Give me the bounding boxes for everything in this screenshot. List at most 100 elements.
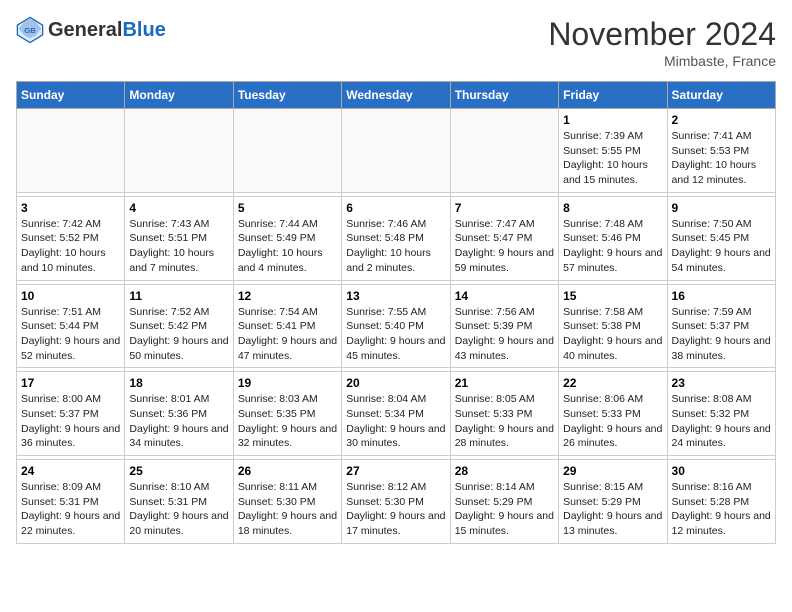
day-info: Sunrise: 7:42 AM Sunset: 5:52 PM Dayligh…	[21, 217, 120, 276]
calendar-cell: 9Sunrise: 7:50 AM Sunset: 5:45 PM Daylig…	[667, 196, 775, 280]
calendar-cell: 15 Sunrise: 7:58 AM Sunset: 5:38 PM Dayli…	[559, 284, 667, 368]
day-number: 1	[563, 113, 662, 127]
calendar-cell: 21 Sunrise: 8:05 AM Sunset: 5:33 PM Dayli…	[450, 372, 558, 456]
day-info: Sunrise: 8:10 AM Sunset: 5:31 PM Dayligh…	[129, 480, 228, 539]
calendar-cell: 11Sunrise: 7:52 AM Sunset: 5:42 PM Dayli…	[125, 284, 233, 368]
col-monday: Monday	[125, 82, 233, 109]
day-info: Sunrise: 8:14 AM Sunset: 5:29 PM Dayligh…	[455, 480, 554, 539]
calendar-cell: 26 Sunrise: 8:11 AM Sunset: 5:30 PM Dayli…	[233, 460, 341, 544]
calendar-cell: 1 Sunrise: 7:39 AM Sunset: 5:55 PM Daylig…	[559, 109, 667, 193]
title-block: November 2024 Mimbaste, France	[548, 16, 776, 69]
calendar-cell: 16 Sunrise: 7:59 AM Sunset: 5:37 PM Dayli…	[667, 284, 775, 368]
logo-text: GeneralBlue	[48, 19, 166, 41]
day-info: Sunrise: 8:00 AM Sunset: 5:37 PM Dayligh…	[21, 392, 120, 451]
day-info: Sunrise: 8:16 AM Sunset: 5:28 PM Dayligh…	[672, 480, 771, 539]
day-number: 24	[21, 464, 120, 478]
day-number: 5	[238, 201, 337, 215]
calendar-week-row: 1 Sunrise: 7:39 AM Sunset: 5:55 PM Daylig…	[17, 109, 776, 193]
calendar-cell: 19 Sunrise: 8:03 AM Sunset: 5:35 PM Dayli…	[233, 372, 341, 456]
day-info: Sunrise: 8:06 AM Sunset: 5:33 PM Dayligh…	[563, 392, 662, 451]
day-info: Sunrise: 7:59 AM Sunset: 5:37 PM Dayligh…	[672, 305, 771, 364]
location-subtitle: Mimbaste, France	[548, 53, 776, 69]
svg-text:GB: GB	[24, 26, 36, 35]
day-info: Sunrise: 7:39 AM Sunset: 5:55 PM Dayligh…	[563, 129, 662, 188]
calendar-cell: 29 Sunrise: 8:15 AM Sunset: 5:29 PM Dayli…	[559, 460, 667, 544]
calendar-week-row: 17 Sunrise: 8:00 AM Sunset: 5:37 PM Dayli…	[17, 372, 776, 456]
day-number: 15	[563, 289, 662, 303]
day-info: Sunrise: 8:15 AM Sunset: 5:29 PM Dayligh…	[563, 480, 662, 539]
calendar-header-row: Sunday Monday Tuesday Wednesday Thursday…	[17, 82, 776, 109]
day-number: 10	[21, 289, 120, 303]
col-friday: Friday	[559, 82, 667, 109]
day-number: 29	[563, 464, 662, 478]
calendar-cell: 3 Sunrise: 7:42 AM Sunset: 5:52 PM Daylig…	[17, 196, 125, 280]
calendar-week-row: 3 Sunrise: 7:42 AM Sunset: 5:52 PM Daylig…	[17, 196, 776, 280]
calendar-cell: 8 Sunrise: 7:48 AM Sunset: 5:46 PM Daylig…	[559, 196, 667, 280]
calendar-cell: 14Sunrise: 7:56 AM Sunset: 5:39 PM Dayli…	[450, 284, 558, 368]
calendar-cell	[17, 109, 125, 193]
col-saturday: Saturday	[667, 82, 775, 109]
calendar-cell: 2Sunrise: 7:41 AM Sunset: 5:53 PM Daylig…	[667, 109, 775, 193]
day-number: 20	[346, 376, 445, 390]
day-number: 4	[129, 201, 228, 215]
day-number: 21	[455, 376, 554, 390]
calendar-cell: 4 Sunrise: 7:43 AM Sunset: 5:51 PM Daylig…	[125, 196, 233, 280]
col-tuesday: Tuesday	[233, 82, 341, 109]
day-info: Sunrise: 7:43 AM Sunset: 5:51 PM Dayligh…	[129, 217, 228, 276]
day-info: Sunrise: 7:52 AM Sunset: 5:42 PM Dayligh…	[129, 305, 228, 364]
calendar-cell: 12Sunrise: 7:54 AM Sunset: 5:41 PM Dayli…	[233, 284, 341, 368]
day-number: 13	[346, 289, 445, 303]
day-number: 8	[563, 201, 662, 215]
logo-blue-text: Blue	[122, 19, 165, 41]
day-number: 6	[346, 201, 445, 215]
day-info: Sunrise: 8:12 AM Sunset: 5:30 PM Dayligh…	[346, 480, 445, 539]
calendar-cell	[233, 109, 341, 193]
calendar-cell: 10 Sunrise: 7:51 AM Sunset: 5:44 PM Dayli…	[17, 284, 125, 368]
day-info: Sunrise: 7:46 AM Sunset: 5:48 PM Dayligh…	[346, 217, 445, 276]
day-number: 28	[455, 464, 554, 478]
day-number: 17	[21, 376, 120, 390]
calendar-cell: 23Sunrise: 8:08 AM Sunset: 5:32 PM Dayli…	[667, 372, 775, 456]
calendar-cell: 17 Sunrise: 8:00 AM Sunset: 5:37 PM Dayli…	[17, 372, 125, 456]
logo-general-text: General	[48, 19, 122, 41]
day-number: 25	[129, 464, 228, 478]
day-info: Sunrise: 7:51 AM Sunset: 5:44 PM Dayligh…	[21, 305, 120, 364]
day-info: Sunrise: 8:01 AM Sunset: 5:36 PM Dayligh…	[129, 392, 228, 451]
calendar-cell	[342, 109, 450, 193]
col-thursday: Thursday	[450, 82, 558, 109]
calendar-cell: 13 Sunrise: 7:55 AM Sunset: 5:40 PM Dayli…	[342, 284, 450, 368]
day-number: 27	[346, 464, 445, 478]
calendar-cell: 25 Sunrise: 8:10 AM Sunset: 5:31 PM Dayli…	[125, 460, 233, 544]
calendar-cell: 30 Sunrise: 8:16 AM Sunset: 5:28 PM Dayli…	[667, 460, 775, 544]
day-info: Sunrise: 7:55 AM Sunset: 5:40 PM Dayligh…	[346, 305, 445, 364]
calendar-cell	[125, 109, 233, 193]
calendar-cell: 28 Sunrise: 8:14 AM Sunset: 5:29 PM Dayli…	[450, 460, 558, 544]
col-sunday: Sunday	[17, 82, 125, 109]
logo-icon: GB	[16, 16, 44, 44]
day-info: Sunrise: 8:09 AM Sunset: 5:31 PM Dayligh…	[21, 480, 120, 539]
day-info: Sunrise: 8:05 AM Sunset: 5:33 PM Dayligh…	[455, 392, 554, 451]
calendar-cell: 6 Sunrise: 7:46 AM Sunset: 5:48 PM Daylig…	[342, 196, 450, 280]
calendar-cell: 24 Sunrise: 8:09 AM Sunset: 5:31 PM Dayli…	[17, 460, 125, 544]
day-number: 26	[238, 464, 337, 478]
calendar-cell: 18 Sunrise: 8:01 AM Sunset: 5:36 PM Dayli…	[125, 372, 233, 456]
calendar-week-row: 24 Sunrise: 8:09 AM Sunset: 5:31 PM Dayli…	[17, 460, 776, 544]
day-number: 19	[238, 376, 337, 390]
day-info: Sunrise: 7:41 AM Sunset: 5:53 PM Dayligh…	[672, 129, 771, 188]
day-number: 22	[563, 376, 662, 390]
day-number: 18	[129, 376, 228, 390]
day-number: 14	[455, 289, 554, 303]
month-title: November 2024	[548, 16, 776, 53]
day-info: Sunrise: 7:48 AM Sunset: 5:46 PM Dayligh…	[563, 217, 662, 276]
day-number: 3	[21, 201, 120, 215]
day-info: Sunrise: 7:58 AM Sunset: 5:38 PM Dayligh…	[563, 305, 662, 364]
page-header: GB GeneralBlue November 2024 Mimbaste, F…	[16, 16, 776, 69]
day-info: Sunrise: 8:08 AM Sunset: 5:32 PM Dayligh…	[672, 392, 771, 451]
calendar-cell: 20Sunrise: 8:04 AM Sunset: 5:34 PM Dayli…	[342, 372, 450, 456]
day-info: Sunrise: 8:03 AM Sunset: 5:35 PM Dayligh…	[238, 392, 337, 451]
day-number: 16	[672, 289, 771, 303]
day-number: 30	[672, 464, 771, 478]
calendar-cell	[450, 109, 558, 193]
calendar-week-row: 10 Sunrise: 7:51 AM Sunset: 5:44 PM Dayli…	[17, 284, 776, 368]
day-info: Sunrise: 8:11 AM Sunset: 5:30 PM Dayligh…	[238, 480, 337, 539]
